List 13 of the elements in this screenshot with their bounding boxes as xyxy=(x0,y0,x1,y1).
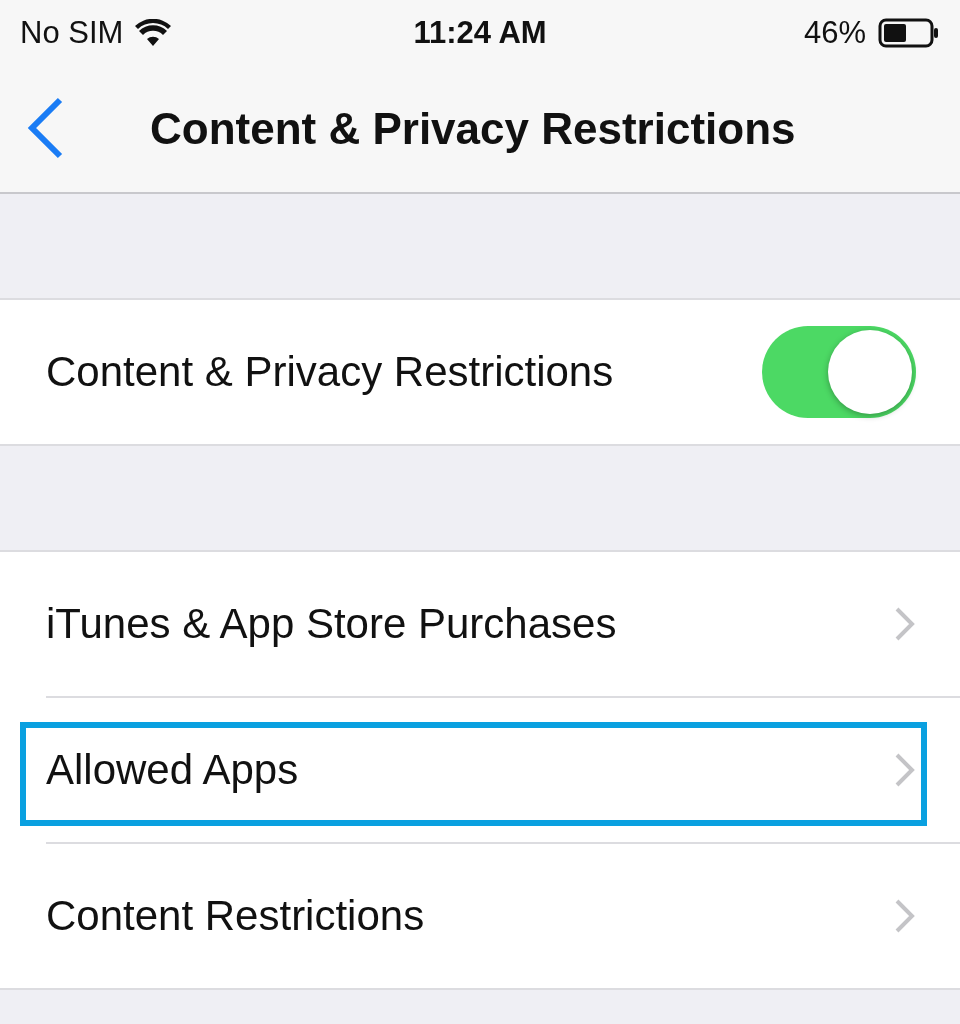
status-time: 11:24 AM xyxy=(413,15,547,51)
row-label[interactable]: iTunes & App Store Purchases xyxy=(46,600,894,648)
row-label[interactable]: Content & Privacy Restrictions xyxy=(46,348,762,396)
battery-icon xyxy=(878,18,940,48)
chevron-icon xyxy=(894,752,916,788)
chevron-icon xyxy=(894,606,916,642)
carrier-label: No SIM xyxy=(20,15,124,51)
row-label[interactable]: Content Restrictions xyxy=(46,892,894,940)
nav-title: Content & Privacy Restrictions xyxy=(150,104,796,154)
wifi-icon xyxy=(135,19,172,47)
battery-percent: 46% xyxy=(803,15,866,51)
row-label[interactable]: Allowed Apps xyxy=(46,746,894,794)
chevron-icon xyxy=(894,898,916,934)
